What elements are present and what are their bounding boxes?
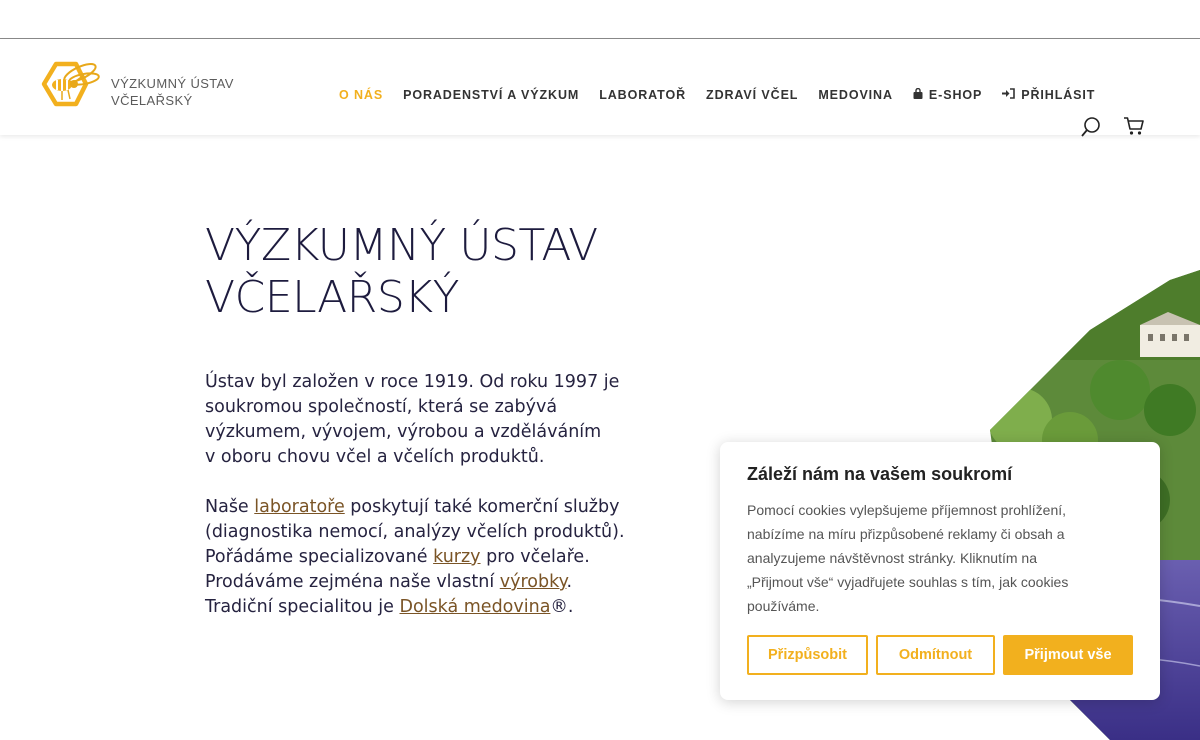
page-title: VÝZKUMNÝ ÚSTAV VČELAŘSKÝ [205,220,705,324]
mead-link[interactable]: Dolská medovina [399,597,550,617]
cart-icon[interactable] [1123,116,1145,140]
brand-line-1: VÝZKUMNÝ ÚSTAV [111,76,234,91]
services-line: Pořádáme specializované kurzy pro včelař… [205,545,685,570]
nav-eshop-label: E-SHOP [928,88,983,102]
cookie-consent-dialog: Záleží nám na vašem soukromí Pomocí cook… [720,442,1160,700]
intro-paragraph: Ústav byl založen v roce 1919. Od roku 1… [205,370,685,470]
nav-laboratory[interactable]: LABORATOŘ [599,88,686,102]
text: . [566,572,573,592]
nav-about[interactable]: O NÁS [339,88,383,102]
sign-in-icon [1002,88,1016,102]
bee-hexagon-logo [41,61,100,107]
text: Tradiční specialitou je [205,597,400,617]
nav-login-label: PŘIHLÁSIT [1021,88,1096,102]
cookie-reject-button[interactable]: Odmítnout [876,635,995,675]
cookie-description: Pomocí cookies vylepšujeme příjemnost pr… [747,498,1142,618]
intro-line: v oboru chovu včel a včelích produktů. [205,447,545,467]
services-line: Naše laboratoře poskytují také komerční … [205,495,685,520]
services-paragraph: Naše laboratoře poskytují také komerční … [205,495,685,620]
page-title-line-2: VČELAŘSKÝ [205,272,459,323]
courses-link[interactable]: kurzy [433,547,480,567]
cookie-customize-button[interactable]: Přizpůsobit [747,635,868,675]
site-header: VÝZKUMNÝ ÚSTAV VČELAŘSKÝ O NÁS PORADENST… [0,39,1200,137]
nav-advice-research[interactable]: PORADENSTVÍ A VÝZKUM [403,88,579,102]
services-line: Tradiční specialitou je Dolská medovina®… [205,595,685,620]
laboratories-link[interactable]: laboratoře [254,497,344,517]
brand-name: VÝZKUMNÝ ÚSTAV VČELAŘSKÝ [111,75,234,109]
nav-login[interactable]: PŘIHLÁSIT [1002,88,1095,102]
text: poskytují také komerční služby [344,497,620,517]
text: Naše [205,497,255,517]
intro-line: výzkumem, vývojem, výrobou a vzděláváním [205,422,602,442]
brand-line-2: VČELAŘSKÝ [111,93,193,108]
text: ®. [550,597,574,617]
text: pro včelaře. [480,547,590,567]
services-line: (diagnostika nemocí, analýzy včelích pro… [205,522,625,542]
text: Pořádáme specializované [205,547,434,567]
text: Prodáváme zejména naše vlastní [205,572,500,592]
search-icon[interactable] [1080,116,1102,142]
products-link[interactable]: výrobky [500,572,567,592]
shopping-bag-icon [913,87,923,102]
cookie-title: Záleží nám na vašem soukromí [747,464,1013,484]
intro-line: Ústav byl založen v roce 1919. Od roku 1… [205,372,620,392]
nav-bee-health[interactable]: ZDRAVÍ VČEL [706,88,798,102]
main-nav: O NÁS PORADENSTVÍ A VÝZKUM LABORATOŘ ZDR… [339,87,1115,103]
cookie-text-line: nabízíme na míru přizpůsobené reklamy či… [747,526,1065,542]
intro-line: soukromou společností, která se zabývá [205,397,558,417]
cookie-text-line: „Přijmout vše“ vyjadřujete souhlas s tím… [747,574,1069,590]
cookie-text-line: používáme. [747,598,820,614]
site-logo[interactable]: VÝZKUMNÝ ÚSTAV VČELAŘSKÝ [40,57,233,119]
nav-eshop[interactable]: E-SHOP [913,87,983,102]
cookie-text-line: Pomocí cookies vylepšujeme příjemnost pr… [747,502,1067,518]
nav-mead[interactable]: MEDOVINA [818,88,893,102]
cookie-text-line: analyzujeme návštěvnost stránky. Kliknut… [747,550,1037,566]
services-line: Prodáváme zejména naše vlastní výrobky. [205,570,685,595]
cookie-accept-all-button[interactable]: Přijmout vše [1003,635,1133,675]
page-title-line-1: VÝZKUMNÝ ÚSTAV [205,220,598,271]
